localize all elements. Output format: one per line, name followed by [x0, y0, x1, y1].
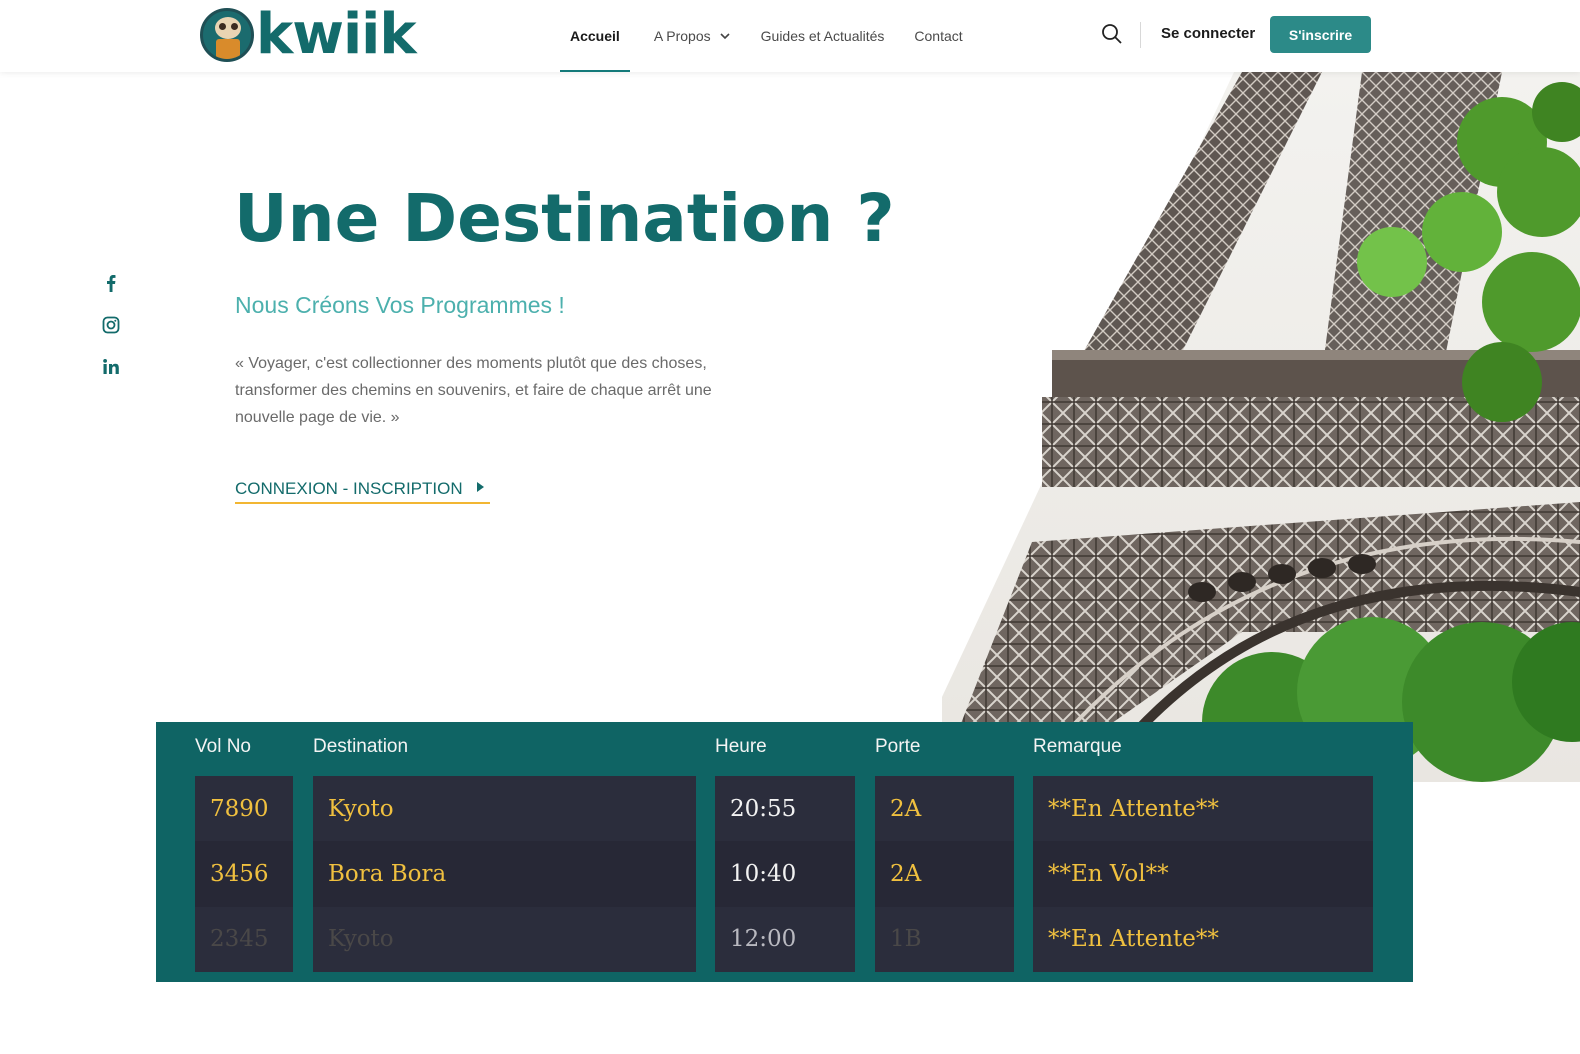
col-header-heure: Heure [715, 736, 767, 757]
nav-label: A Propos [653, 28, 711, 44]
hero-title: Une Destination ? [234, 180, 895, 257]
col-header-destination: Destination [313, 736, 409, 757]
table-cell: 2A [875, 841, 1014, 907]
site-header: kwiik Accueil A Propos Guides et Actuali… [0, 0, 1580, 72]
table-cell: 3456 [195, 841, 293, 907]
table-cell: 2A [890, 795, 922, 822]
brand-name: kwiik [256, 2, 417, 67]
table-cell: Bora Bora [313, 841, 696, 907]
flight-board: Vol No Destination Heure Porte Remarque … [156, 722, 1413, 982]
facebook-icon[interactable] [100, 272, 122, 294]
column-heure: 20:55 10:40 12:00 [715, 776, 855, 972]
column-vol: 7890 3456 2345 [195, 776, 293, 972]
column-destination: Kyoto Bora Bora Kyoto [313, 776, 696, 972]
sloth-mascot-icon [200, 8, 254, 62]
signup-button[interactable]: S'inscrire [1270, 16, 1371, 53]
instagram-icon[interactable] [100, 314, 122, 336]
cta-label: CONNEXION - INSCRIPTION [235, 479, 463, 498]
table-cell: **En Attente** [1048, 926, 1219, 953]
column-porte: 2A 2A 1B [875, 776, 1014, 972]
chevron-down-icon [720, 33, 730, 40]
social-links [100, 272, 124, 398]
table-cell: Kyoto [328, 926, 394, 953]
table-cell: 1B [890, 926, 922, 953]
nav-label: Accueil [570, 28, 620, 44]
login-link[interactable]: Se connecter [1161, 25, 1255, 42]
table-cell: Kyoto [328, 795, 394, 822]
hero-image [942, 72, 1580, 782]
linkedin-icon[interactable] [100, 356, 122, 378]
table-cell: 2345 [210, 926, 269, 953]
col-header-vol: Vol No [195, 736, 251, 757]
hero-subtitle: Nous Créons Vos Programmes ! [235, 292, 565, 318]
col-header-remarque: Remarque [1033, 736, 1122, 757]
header-divider [1140, 22, 1141, 48]
connexion-inscription-link[interactable]: CONNEXION - INSCRIPTION [235, 476, 490, 504]
main-nav: Accueil A Propos Guides et Actualités Co… [560, 0, 993, 72]
play-arrow-icon [476, 482, 484, 492]
nav-label: Guides et Actualités [760, 28, 885, 44]
search-icon[interactable] [1101, 23, 1123, 45]
nav-item-a-propos[interactable]: A Propos [654, 0, 731, 72]
col-header-porte: Porte [875, 736, 921, 757]
table-cell: 12:00 [730, 926, 797, 953]
column-remarque: **En Attente** **En Vol** **En Attente** [1033, 776, 1373, 972]
nav-item-accueil[interactable]: Accueil [560, 0, 630, 72]
table-cell: **En Vol** [1033, 841, 1373, 907]
nav-label: Contact [914, 28, 963, 44]
hero-quote: « Voyager, c'est collectionner des momen… [235, 355, 712, 426]
nav-item-guides[interactable]: Guides et Actualités [761, 0, 885, 72]
brand-logo[interactable]: kwiik [200, 2, 417, 67]
table-cell: 10:40 [715, 841, 855, 907]
table-cell: 7890 [210, 795, 269, 822]
table-cell: 20:55 [730, 795, 797, 822]
nav-item-contact[interactable]: Contact [914, 0, 962, 72]
table-cell: **En Attente** [1048, 795, 1219, 822]
